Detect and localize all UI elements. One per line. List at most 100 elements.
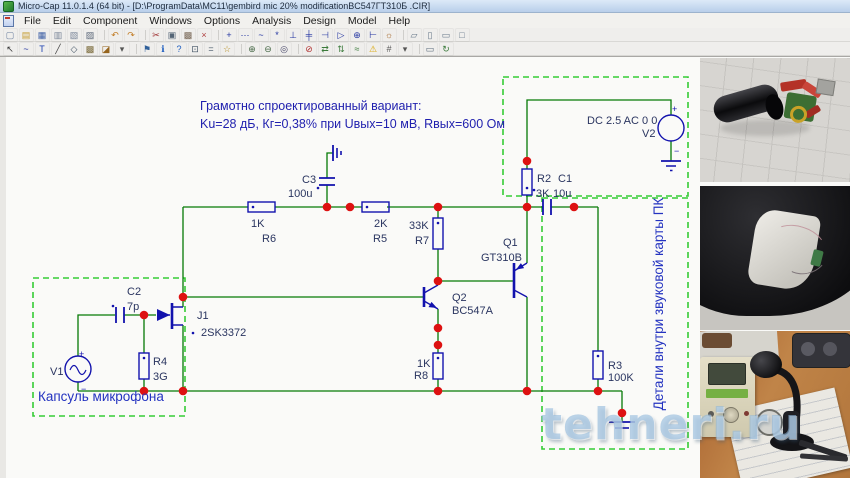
toolbar-separator	[141, 30, 146, 40]
r4-label: R4	[153, 356, 167, 368]
menu-edit[interactable]: Edit	[47, 15, 77, 27]
lamp-icon[interactable]: ☼	[382, 28, 397, 42]
zoom-out-icon[interactable]: ⊖	[261, 42, 276, 56]
grid-dropdown-icon[interactable]: ▾	[398, 42, 413, 56]
save-icon[interactable]: ▦	[35, 28, 50, 42]
refresh-icon[interactable]: ↻	[439, 42, 454, 56]
menu-help[interactable]: Help	[383, 15, 417, 27]
flag-icon[interactable]: ⚑	[140, 42, 155, 56]
node-numbers-icon[interactable]: ⊡	[188, 42, 203, 56]
border-icon[interactable]: ▭	[423, 42, 438, 56]
r3-value: 100K	[608, 372, 634, 384]
sine-source-icon[interactable]: ~	[254, 28, 269, 42]
measure-icon[interactable]: =	[204, 42, 219, 56]
menu-windows[interactable]: Windows	[143, 15, 198, 27]
star-node-icon[interactable]: *	[270, 28, 285, 42]
source-icon[interactable]: ⊕	[350, 28, 365, 42]
close-file-icon[interactable]: ▥	[51, 28, 66, 42]
toolbar-separator	[237, 44, 242, 54]
select-arrow-icon[interactable]: ↖	[3, 42, 18, 56]
r5-value: 2K	[374, 218, 388, 230]
v1-label: V1	[50, 366, 63, 378]
r2-value: 3K	[536, 188, 550, 200]
r7-value: 33K	[409, 220, 429, 232]
probe-icon[interactable]: ⊢	[366, 28, 381, 42]
component-arrows: + − + −	[79, 104, 679, 394]
title-bar[interactable]: Micro-Cap 11.0.1.4 (64 bit) - [D:\Progra…	[0, 0, 850, 13]
paste-icon[interactable]: ▩	[181, 28, 196, 42]
toolbar-separator	[100, 30, 105, 40]
swap-vertical-icon[interactable]: ⇅	[334, 42, 349, 56]
mic-box-label: Капсуль микрофона	[38, 389, 164, 404]
resistor-icon[interactable]: ╪	[302, 28, 317, 42]
brush-tool-icon[interactable]: ◪	[99, 42, 114, 56]
tile-horizontal-icon[interactable]: ▭	[439, 28, 454, 42]
print-icon[interactable]: ▨	[83, 28, 98, 42]
cut-icon[interactable]: ✂	[149, 28, 164, 42]
micro-cap-window: Micro-Cap 11.0.1.4 (64 bit) - [D:\Progra…	[0, 0, 850, 478]
v2-ground-icon	[661, 161, 681, 171]
menu-design[interactable]: Design	[297, 15, 342, 27]
diode-icon[interactable]: ▷	[334, 28, 349, 42]
ripple-icon[interactable]: ≈	[350, 42, 365, 56]
dots-wire-icon[interactable]: ⋯	[238, 28, 253, 42]
q1-emitter-arrow-icon	[516, 263, 524, 270]
open-file-icon[interactable]: ▤	[19, 28, 34, 42]
q2-label: Q2	[452, 292, 467, 304]
v2-label: V2	[642, 128, 655, 140]
menu-file[interactable]: File	[18, 15, 47, 27]
favorites-icon[interactable]: ☆	[220, 42, 235, 56]
toolbar-separator	[132, 44, 137, 54]
r7-label: R7	[415, 235, 429, 247]
tool-dropdown-icon[interactable]: ▾	[115, 42, 130, 56]
menu-bar: File Edit Component Windows Options Anal…	[0, 13, 850, 28]
annotation-line-1: Грамотно спроектированный вариант:	[200, 99, 422, 113]
c3-ground-icon	[333, 145, 341, 161]
warning-icon[interactable]: ⚠	[366, 42, 381, 56]
info-icon[interactable]: ℹ	[156, 42, 171, 56]
picture-tool-icon[interactable]: ▩	[83, 42, 98, 56]
no-connect-icon[interactable]: ⊘	[302, 42, 317, 56]
menu-component[interactable]: Component	[77, 15, 143, 27]
print-preview-icon[interactable]: ▧	[67, 28, 82, 42]
window-title: Micro-Cap 11.0.1.4 (64 bit) - [D:\Progra…	[18, 1, 430, 11]
r8-label: R8	[414, 370, 428, 382]
text-tool-icon[interactable]: T	[35, 42, 50, 56]
diagonal-wire-icon[interactable]: ╱	[51, 42, 66, 56]
component-c2-capacitor	[116, 307, 124, 323]
toolbar-separator	[399, 30, 404, 40]
toolbar-separator	[214, 30, 219, 40]
wire-tool-icon[interactable]: ~	[19, 42, 34, 56]
undo-icon[interactable]: ↶	[108, 28, 123, 42]
cascade-windows-icon[interactable]: ▱	[407, 28, 422, 42]
mic-head-shape	[750, 351, 782, 378]
tile-vertical-icon[interactable]: ▯	[423, 28, 438, 42]
menu-analysis[interactable]: Analysis	[246, 15, 297, 27]
delete-icon[interactable]: ×	[197, 28, 212, 42]
add-component-icon[interactable]: +	[222, 28, 237, 42]
maximize-window-icon[interactable]: □	[455, 28, 470, 42]
redo-icon[interactable]: ↷	[124, 28, 139, 42]
c2-value: 7p	[127, 301, 139, 313]
component-r2-resistor	[522, 169, 532, 195]
polygon-tool-icon[interactable]: ◇	[67, 42, 82, 56]
new-file-icon[interactable]: ▢	[3, 28, 18, 42]
pan-icon[interactable]: ◎	[277, 42, 292, 56]
soundcard-top-box	[503, 77, 688, 196]
swap-horizontal-icon[interactable]: ⇄	[318, 42, 333, 56]
copy-icon[interactable]: ▣	[165, 28, 180, 42]
component-labels: V1 C2 7p R4 3G J1 2SK3372 1K R6 C3 100u …	[50, 115, 657, 384]
ground-icon[interactable]: ⊥	[286, 28, 301, 42]
zoom-in-icon[interactable]: ⊕	[245, 42, 260, 56]
menu-options[interactable]: Options	[198, 15, 246, 27]
help-icon[interactable]: ?	[172, 42, 187, 56]
annotation-line-2: Ku=28 дБ, Кг=0,38% при Uвых=10 мВ, Rвых=…	[200, 117, 505, 131]
capacitor-icon[interactable]: ⊣	[318, 28, 333, 42]
document-icon[interactable]	[3, 15, 14, 27]
annotation-text: Грамотно спроектированный вариант: Ku=28…	[200, 99, 505, 131]
r4-value: 3G	[153, 371, 168, 383]
toolbar-separator	[294, 44, 299, 54]
menu-model[interactable]: Model	[342, 15, 383, 27]
q1-label: Q1	[503, 237, 518, 249]
grid-icon[interactable]: #	[382, 42, 397, 56]
